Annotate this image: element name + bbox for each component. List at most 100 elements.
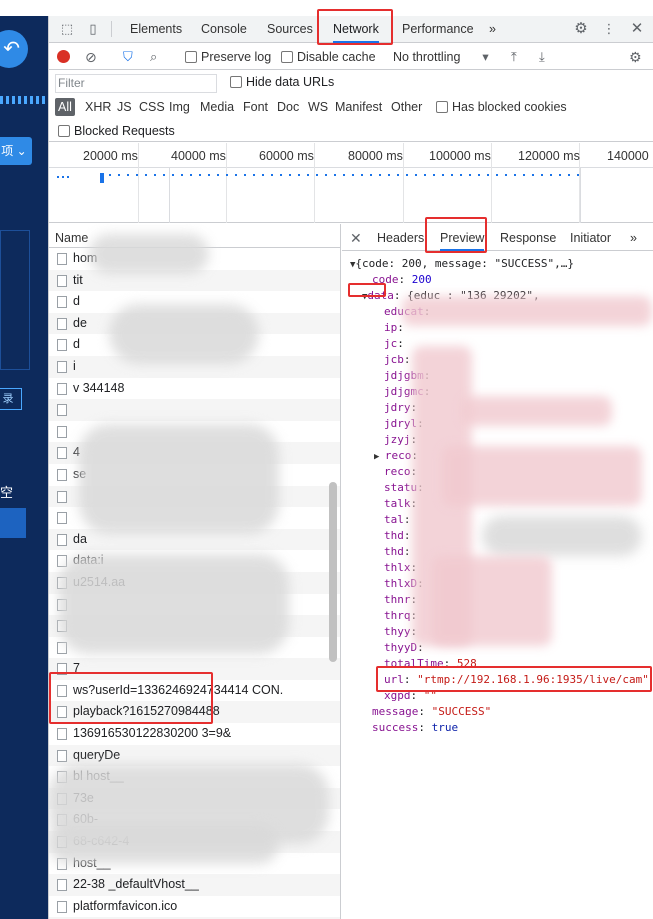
- file-icon: [57, 490, 67, 503]
- kebab-menu-icon[interactable]: ⋮: [601, 21, 617, 37]
- throttling-select[interactable]: No throttling ▾: [393, 48, 489, 66]
- json-key: thnr: [384, 593, 411, 606]
- file-icon: [57, 706, 67, 719]
- filter-input[interactable]: Filter: [55, 74, 217, 93]
- file-icon: [57, 382, 67, 395]
- request-row[interactable]: v 344148: [49, 378, 340, 400]
- json-key: xgpd: [384, 689, 411, 702]
- json-success-line: success: true: [372, 721, 459, 734]
- request-row[interactable]: playback?1615270984488: [49, 701, 340, 724]
- json-key: code: [372, 273, 399, 286]
- network-settings-gear-icon[interactable]: ⚙: [629, 48, 642, 66]
- overview-timeline[interactable]: 20000 ms 40000 ms 60000 ms 80000 ms 1000…: [49, 143, 653, 223]
- file-icon: [57, 533, 67, 546]
- tabbar-divider: [111, 21, 112, 37]
- devtools-panel: ⬚ ▯ Elements Console Sources Network Per…: [48, 9, 653, 919]
- hide-data-urls-checkbox[interactable]: Hide data URLs: [230, 75, 334, 89]
- type-css[interactable]: CSS: [139, 98, 165, 116]
- has-blocked-cookies-checkbox[interactable]: Has blocked cookies: [436, 98, 567, 116]
- json-root-line[interactable]: ▼{code: 200, message: "SUCCESS",…}: [350, 256, 574, 272]
- json-data-key-line: ip:: [384, 321, 404, 334]
- file-icon: [57, 253, 67, 265]
- type-font[interactable]: Font: [243, 98, 268, 116]
- type-manifest[interactable]: Manifest: [335, 98, 382, 116]
- type-all[interactable]: All: [55, 98, 75, 116]
- json-data-key-line: thd:: [384, 529, 411, 542]
- tab-network[interactable]: Network: [333, 16, 379, 43]
- file-icon: [57, 296, 67, 309]
- record-icon[interactable]: [57, 50, 70, 63]
- resource-type-filters: All XHR JS CSS Img Media Font Doc WS Man…: [49, 95, 653, 119]
- host-button[interactable]: 录: [0, 388, 22, 410]
- request-row[interactable]: ws?userId=1336246924734414 CON.: [49, 680, 340, 702]
- json-key: thrq: [384, 609, 411, 622]
- clear-icon[interactable]: ⊘: [85, 48, 97, 66]
- request-row[interactable]: platformfavicon.ico: [49, 896, 340, 918]
- tab-sources[interactable]: Sources: [267, 16, 313, 43]
- tab-initiator[interactable]: Initiator: [570, 224, 611, 251]
- more-detail-tabs-icon[interactable]: »: [630, 224, 637, 251]
- search-icon[interactable]: ⌕: [150, 48, 157, 66]
- request-row[interactable]: 22-38 _defaultVhost__: [49, 874, 340, 896]
- type-other[interactable]: Other: [391, 98, 422, 116]
- type-doc[interactable]: Doc: [277, 98, 299, 116]
- device-toolbar-icon[interactable]: ▯: [85, 21, 101, 37]
- close-detail-icon[interactable]: ✕: [350, 224, 362, 251]
- json-value: 200: [411, 273, 432, 286]
- json-key: jc: [384, 337, 398, 350]
- request-name: 136916530122830200 3=9&: [73, 726, 232, 741]
- type-media[interactable]: Media: [200, 98, 234, 116]
- back-icon[interactable]: ↶: [0, 30, 28, 68]
- file-icon: [57, 900, 67, 913]
- json-xgpd-line: xgpd: "": [384, 689, 437, 702]
- timeline-tick: [138, 143, 139, 223]
- inspect-element-icon[interactable]: ⬚: [59, 21, 75, 37]
- tab-console[interactable]: Console: [201, 16, 247, 43]
- host-dropdown[interactable]: 项 ⌄: [0, 137, 32, 165]
- more-tabs-icon[interactable]: »: [489, 16, 496, 43]
- preserve-log-label: Preserve log: [201, 50, 272, 64]
- settings-gear-icon[interactable]: ⚙: [573, 21, 589, 37]
- request-name: queryDe: [73, 747, 121, 762]
- file-icon: [57, 274, 67, 287]
- tab-preview[interactable]: Preview: [440, 224, 485, 251]
- filter-row: Filter Hide data URLs: [49, 71, 653, 95]
- host-page-strip: ↶ 项 ⌄ 录 空: [0, 0, 48, 919]
- request-name: v 344148: [73, 380, 125, 395]
- blocked-requests-row: Blocked Requests: [49, 120, 653, 142]
- disable-cache-checkbox[interactable]: Disable cache: [281, 48, 376, 66]
- json-value: "": [423, 689, 437, 702]
- file-icon: [57, 684, 67, 697]
- request-list-scrollbar[interactable]: [329, 482, 337, 662]
- import-har-icon[interactable]: ⤒: [511, 48, 517, 66]
- request-name: de: [73, 315, 87, 330]
- request-row[interactable]: queryDe: [49, 744, 340, 767]
- request-name: 7: [73, 661, 80, 676]
- type-ws[interactable]: WS: [308, 98, 328, 116]
- json-value: 528: [450, 657, 477, 670]
- blocked-requests-checkbox[interactable]: Blocked Requests: [58, 124, 175, 138]
- tab-headers[interactable]: Headers: [377, 224, 424, 251]
- timeline-tick-label: 20000 ms: [83, 149, 138, 163]
- request-row[interactable]: [49, 399, 340, 421]
- type-img[interactable]: Img: [169, 98, 190, 116]
- tab-performance[interactable]: Performance: [402, 16, 474, 43]
- type-xhr[interactable]: XHR: [85, 98, 111, 116]
- preserve-log-checkbox[interactable]: Preserve log: [185, 48, 271, 66]
- type-js[interactable]: JS: [117, 98, 132, 116]
- file-icon: [57, 749, 67, 762]
- tab-elements[interactable]: Elements: [130, 16, 182, 43]
- request-row[interactable]: 7: [49, 658, 340, 680]
- filter-funnel-icon[interactable]: ⛉: [123, 48, 133, 66]
- json-key: ip: [384, 321, 398, 334]
- timeline-tick-label: 60000 ms: [259, 149, 314, 163]
- tab-response[interactable]: Response: [500, 224, 556, 251]
- host-panel: [0, 230, 30, 370]
- json-value: true: [431, 721, 459, 734]
- close-icon[interactable]: ✕: [629, 21, 645, 37]
- request-row[interactable]: 136916530122830200 3=9&: [49, 723, 340, 745]
- export-har-icon[interactable]: ⤓: [539, 48, 545, 66]
- json-data-key-line: tal:: [384, 513, 411, 526]
- request-name: i: [73, 358, 76, 373]
- json-key: thyyD: [384, 641, 418, 654]
